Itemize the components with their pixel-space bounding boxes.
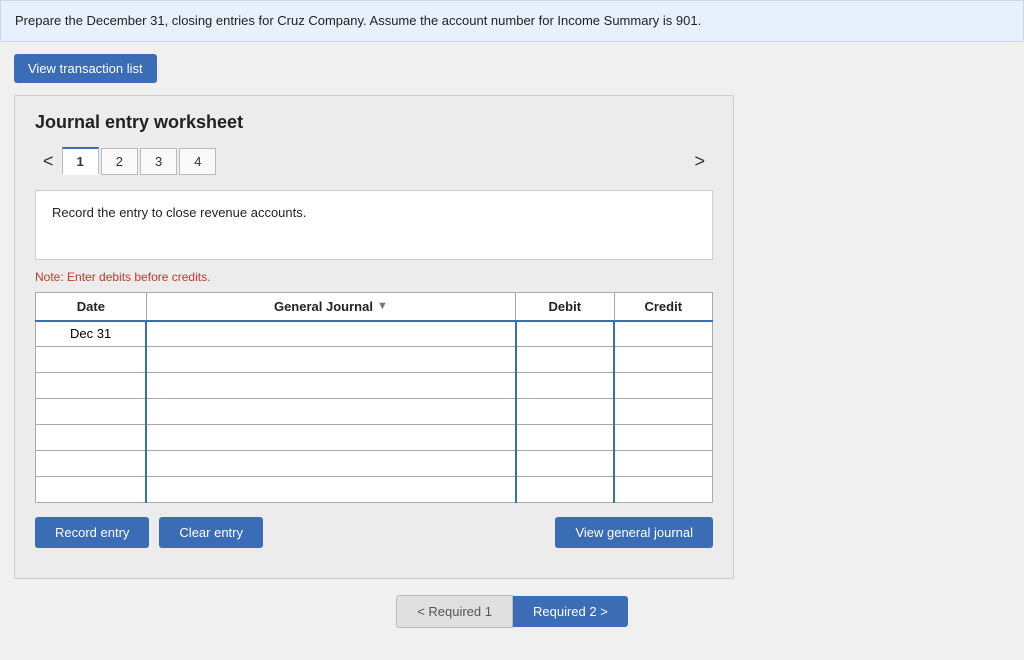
journal-input-5[interactable] (147, 425, 514, 450)
journal-cell-6[interactable] (146, 451, 515, 477)
debit-header: Debit (516, 292, 614, 321)
required2-button[interactable]: Required 2 > (513, 596, 628, 627)
date-cell-3 (36, 373, 147, 399)
tab-1[interactable]: 1 (62, 147, 99, 175)
worksheet-container: Journal entry worksheet < 1 2 3 4 > Reco… (14, 95, 734, 580)
general-journal-header: General Journal ▼ (146, 292, 515, 321)
note-text: Note: Enter debits before credits. (35, 270, 713, 284)
table-row: Dec 31 (36, 321, 713, 347)
credit-input-4[interactable] (615, 399, 712, 424)
credit-cell-4[interactable] (614, 399, 712, 425)
journal-table: Date General Journal ▼ Debit Credit Dec … (35, 292, 713, 504)
debit-cell-4[interactable] (516, 399, 614, 425)
toolbar: View transaction list (0, 42, 1024, 95)
next-tab-button[interactable]: > (686, 147, 713, 176)
journal-cell-7[interactable] (146, 477, 515, 503)
journal-input-1[interactable] (147, 322, 514, 347)
journal-cell-4[interactable] (146, 399, 515, 425)
debit-input-3[interactable] (517, 373, 613, 398)
table-row (36, 477, 713, 503)
journal-cell-2[interactable] (146, 347, 515, 373)
credit-input-6[interactable] (615, 451, 712, 476)
credit-input-7[interactable] (615, 477, 712, 502)
debit-input-7[interactable] (517, 477, 613, 502)
instruction-text: Prepare the December 31, closing entries… (15, 13, 701, 28)
date-cell-7 (36, 477, 147, 503)
instruction-bar: Prepare the December 31, closing entries… (0, 0, 1024, 42)
date-cell-4 (36, 399, 147, 425)
journal-input-7[interactable] (147, 477, 514, 502)
tab-4[interactable]: 4 (179, 148, 216, 175)
credit-input-3[interactable] (615, 373, 712, 398)
journal-input-4[interactable] (147, 399, 514, 424)
credit-input-1[interactable] (615, 322, 712, 347)
date-header: Date (36, 292, 147, 321)
date-cell-2 (36, 347, 147, 373)
table-row (36, 373, 713, 399)
table-row (36, 425, 713, 451)
credit-cell-5[interactable] (614, 425, 712, 451)
entry-description: Record the entry to close revenue accoun… (35, 190, 713, 260)
view-transaction-button[interactable]: View transaction list (14, 54, 157, 83)
table-row (36, 451, 713, 477)
journal-input-3[interactable] (147, 373, 514, 398)
journal-input-2[interactable] (147, 347, 514, 372)
debit-input-4[interactable] (517, 399, 613, 424)
debit-cell-3[interactable] (516, 373, 614, 399)
debit-input-2[interactable] (517, 347, 613, 372)
dropdown-icon: ▼ (377, 300, 388, 312)
prev-tab-button[interactable]: < (35, 147, 62, 176)
table-row (36, 399, 713, 425)
debit-cell-7[interactable] (516, 477, 614, 503)
clear-entry-button[interactable]: Clear entry (159, 517, 263, 548)
credit-cell-7[interactable] (614, 477, 712, 503)
view-general-journal-button[interactable]: View general journal (555, 517, 713, 548)
date-cell-5 (36, 425, 147, 451)
debit-input-6[interactable] (517, 451, 613, 476)
tab-navigation: < 1 2 3 4 > (35, 147, 713, 176)
journal-cell-5[interactable] (146, 425, 515, 451)
debit-cell-1[interactable] (516, 321, 614, 347)
date-cell-6 (36, 451, 147, 477)
action-buttons: Record entry Clear entry View general jo… (35, 517, 713, 548)
credit-cell-2[interactable] (614, 347, 712, 373)
journal-cell-1[interactable] (146, 321, 515, 347)
record-entry-button[interactable]: Record entry (35, 517, 149, 548)
debit-input-1[interactable] (517, 322, 613, 347)
credit-cell-1[interactable] (614, 321, 712, 347)
debit-cell-5[interactable] (516, 425, 614, 451)
journal-cell-3[interactable] (146, 373, 515, 399)
debit-cell-6[interactable] (516, 451, 614, 477)
table-row (36, 347, 713, 373)
required1-button[interactable]: < Required 1 (396, 595, 513, 628)
date-cell-1: Dec 31 (36, 321, 147, 347)
tab-3[interactable]: 3 (140, 148, 177, 175)
credit-input-5[interactable] (615, 425, 712, 450)
tab-2[interactable]: 2 (101, 148, 138, 175)
debit-input-5[interactable] (517, 425, 613, 450)
credit-header: Credit (614, 292, 712, 321)
journal-input-6[interactable] (147, 451, 514, 476)
credit-input-2[interactable] (615, 347, 712, 372)
bottom-navigation: < Required 1 Required 2 > (0, 595, 1024, 628)
worksheet-title: Journal entry worksheet (35, 112, 713, 133)
credit-cell-6[interactable] (614, 451, 712, 477)
debit-cell-2[interactable] (516, 347, 614, 373)
credit-cell-3[interactable] (614, 373, 712, 399)
